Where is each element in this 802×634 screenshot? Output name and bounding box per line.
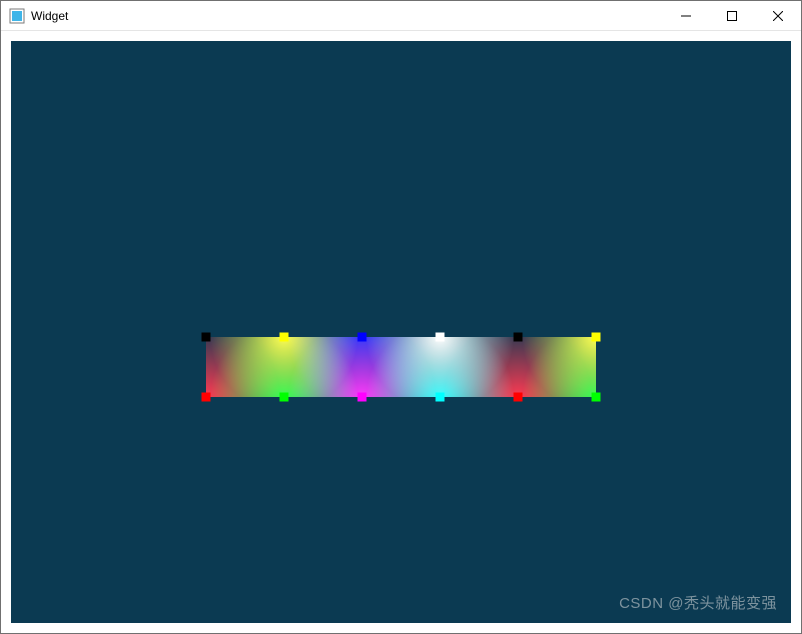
vertex-handle-r0-c2[interactable] <box>358 333 367 342</box>
vertex-handle-r0-c3[interactable] <box>436 333 445 342</box>
vertex-handle-r1-c4[interactable] <box>514 393 523 402</box>
titlebar: Widget <box>1 1 801 31</box>
opengl-viewport[interactable]: CSDN @秃头就能变强 <box>11 41 791 623</box>
vertex-handle-r0-c0[interactable] <box>202 333 211 342</box>
watermark-text: CSDN @秃头就能变强 <box>619 592 777 613</box>
app-window: Widget CSDN @秃头就能变强 <box>0 0 802 634</box>
close-button[interactable] <box>755 1 801 31</box>
mesh-cell-3 <box>440 337 518 397</box>
client-area: CSDN @秃头就能变强 <box>1 31 801 633</box>
app-icon <box>9 8 25 24</box>
vertex-handle-r1-c5[interactable] <box>592 393 601 402</box>
vertex-handle-r1-c0[interactable] <box>202 393 211 402</box>
color-mesh <box>206 337 596 397</box>
vertex-handle-r1-c2[interactable] <box>358 393 367 402</box>
vertex-handle-r1-c3[interactable] <box>436 393 445 402</box>
window-title: Widget <box>31 9 68 23</box>
vertex-handle-r0-c5[interactable] <box>592 333 601 342</box>
mesh-cell-4 <box>518 337 596 397</box>
minimize-button[interactable] <box>663 1 709 31</box>
maximize-button[interactable] <box>709 1 755 31</box>
vertex-handle-r0-c4[interactable] <box>514 333 523 342</box>
mesh-cell-1 <box>284 337 362 397</box>
mesh-cell-2 <box>362 337 440 397</box>
mesh-cell-0 <box>206 337 284 397</box>
vertex-handle-r0-c1[interactable] <box>280 333 289 342</box>
vertex-handle-r1-c1[interactable] <box>280 393 289 402</box>
